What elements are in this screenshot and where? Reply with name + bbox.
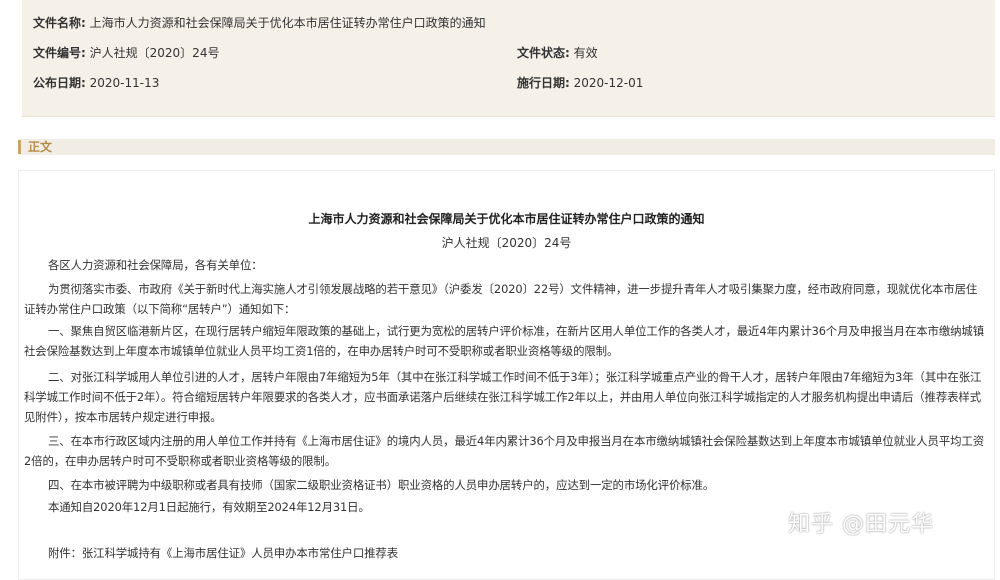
file-status-value: 有效: [573, 46, 598, 60]
paragraph-salutation: 各区人力资源和社会保障局，各有关单位：: [48, 258, 263, 272]
effective-date-row: 施行日期: 2020-12-01: [517, 75, 643, 91]
file-status-row: 文件状态: 有效: [517, 45, 598, 61]
section-title: 正文: [28, 140, 53, 154]
section-header: 正文: [18, 139, 995, 155]
document-title: 上海市人力资源和社会保障局关于优化本市居住证转办常住户口政策的通知: [308, 212, 705, 226]
file-number-row: 文件编号: 沪人社规〔2020〕24号: [33, 45, 219, 61]
effective-date-label: 施行日期:: [517, 76, 570, 90]
paragraph-intro: 为贯彻落实市委、市政府《关于新时代上海实施人才引领发展战略的若干意见》（沪委发〔…: [24, 282, 978, 316]
paragraph-item-4: 四、在本市被评聘为中级职称或者具有技师（国家二级职业资格证书）职业资格的人员申办…: [48, 478, 715, 492]
file-name-value: 上海市人力资源和社会保障局关于优化本市居住证转办常住户口政策的通知: [89, 16, 486, 30]
watermark: 知乎 @田元华: [788, 512, 934, 537]
paragraph-item-1: 一、聚焦自贸区临港新片区，在现行居转户缩短年限政策的基础上，试行更为宽松的居转户…: [24, 324, 984, 358]
publish-date-value: 2020-11-13: [89, 76, 160, 90]
effective-date-value: 2020-12-01: [573, 76, 644, 90]
paragraph-attachment: 附件：张江科学城持有《上海市居住证》人员申办本市常住户口推荐表: [48, 546, 399, 560]
file-name-row: 文件名称: 上海市人力资源和社会保障局关于优化本市居住证转办常住户口政策的通知: [33, 15, 486, 31]
file-name-label: 文件名称:: [33, 16, 86, 30]
file-number-label: 文件编号:: [33, 46, 86, 60]
paragraph-item-2: 二、对张江科学城用人单位引进的人才，居转户年限由7年缩短为5年（其中在张江科学城…: [24, 370, 982, 424]
file-number-value: 沪人社规〔2020〕24号: [89, 46, 220, 60]
paragraph-item-3: 三、在本市行政区域内注册的用人单位工作并持有《上海市居住证》的境内人员，最近4年…: [24, 434, 984, 468]
publish-date-row: 公布日期: 2020-11-13: [33, 75, 159, 91]
section-accent-bar: [18, 140, 21, 154]
document-number: 沪人社规〔2020〕24号: [441, 236, 572, 250]
document-metadata-panel: 文件名称: 上海市人力资源和社会保障局关于优化本市居住证转办常住户口政策的通知 …: [22, 0, 995, 117]
file-status-label: 文件状态:: [517, 46, 570, 60]
publish-date-label: 公布日期:: [33, 76, 86, 90]
